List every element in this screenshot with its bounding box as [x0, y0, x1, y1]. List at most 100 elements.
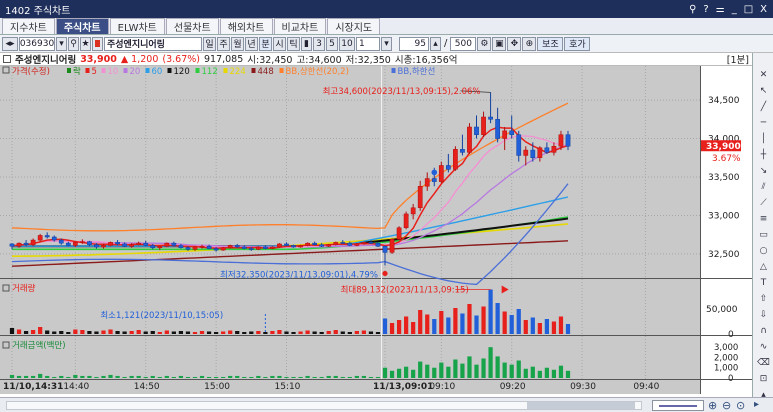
interval-10-button[interactable]: 10: [339, 36, 355, 51]
amount-bar: [544, 367, 549, 378]
volume-bar: [277, 330, 282, 334]
zoom-in-icon[interactable]: ⊕: [708, 399, 717, 412]
tab-market-map[interactable]: 시장지도: [327, 18, 381, 34]
amount-bar: [488, 347, 493, 378]
count-spinner-icon[interactable]: ▴: [430, 36, 441, 51]
arrow-up-tool-icon[interactable]: ⇧: [755, 291, 772, 306]
close-panel-icon[interactable]: ✕: [755, 67, 772, 82]
volume-bar: [59, 331, 64, 334]
candle-body: [227, 245, 233, 249]
amount-bar: [418, 361, 423, 378]
close-button[interactable]: X: [760, 4, 767, 15]
period-week-button[interactable]: 주: [217, 36, 230, 51]
assist-button[interactable]: 보조: [537, 36, 564, 51]
amount-bar: [213, 376, 219, 378]
menu-icon[interactable]: ⚌: [716, 4, 725, 15]
minimize-button[interactable]: _: [732, 4, 737, 15]
period-minute-button[interactable]: 분: [259, 36, 272, 51]
period-day-button[interactable]: 일: [203, 36, 216, 51]
volume-bar: [213, 332, 219, 334]
fan-tool-icon[interactable]: ⟋: [755, 195, 772, 210]
total-count-input[interactable]: 500: [450, 36, 477, 51]
candle-body: [44, 235, 50, 238]
zoom-out-icon[interactable]: ⊖: [722, 399, 731, 412]
high-annotation: 최고34,600(2023/11/13,09:15),2.06%: [323, 86, 481, 97]
interval-3-button[interactable]: 3: [313, 36, 325, 51]
tab-stock-chart[interactable]: 주식차트: [55, 18, 109, 34]
tab-overseas-chart[interactable]: 해외차트: [219, 18, 273, 34]
hline-tool-icon[interactable]: ─: [755, 115, 772, 130]
candle-body: [37, 235, 43, 241]
help-icon[interactable]: ?: [703, 4, 708, 15]
candle-body: [157, 245, 163, 249]
quote-button[interactable]: 호가: [564, 36, 591, 51]
chart-svg[interactable]: 34,50034,00033,50033,00032,50011/10,14:3…: [0, 66, 752, 394]
amount-bar: [115, 375, 120, 378]
search-icon[interactable]: ⚲: [68, 36, 79, 51]
period-tick-button[interactable]: 틱: [287, 36, 300, 51]
crosshair-icon[interactable]: ✥: [507, 36, 522, 51]
volume-bar: [354, 331, 359, 334]
amount-bar: [270, 375, 275, 378]
candle-body: [375, 242, 381, 247]
volume-bar: [101, 330, 106, 334]
count-input[interactable]: 95: [399, 36, 429, 51]
chart-type-icon[interactable]: ▮: [301, 36, 312, 51]
volume-bar: [460, 313, 465, 334]
channel-tool-icon[interactable]: ⫽: [755, 179, 772, 194]
interval-input[interactable]: 1: [356, 36, 380, 51]
legend-label: 112: [202, 67, 218, 77]
candle-body: [58, 239, 64, 244]
amount-bar: [73, 374, 78, 378]
pointer-icon[interactable]: ↖: [755, 83, 772, 98]
stock-code-input[interactable]: 036930: [19, 36, 55, 51]
zoom-slider[interactable]: [652, 400, 704, 411]
amount-bar: [298, 376, 303, 378]
candle-body: [410, 207, 416, 215]
line-tool-icon[interactable]: ╱: [755, 99, 772, 114]
magnet-tool-icon[interactable]: ∩: [755, 323, 772, 338]
favorite-star-icon[interactable]: ★: [80, 36, 91, 51]
triangle-tool-icon[interactable]: △: [755, 259, 772, 274]
zoom-reset-icon[interactable]: ⊙: [736, 399, 745, 412]
vline-tool-icon[interactable]: │: [755, 131, 772, 146]
settings-icon[interactable]: ⚙: [477, 36, 492, 51]
period-hour-button[interactable]: 시: [273, 36, 286, 51]
history-scrollbar[interactable]: [6, 401, 642, 410]
scrollbar-thumb[interactable]: [527, 402, 635, 409]
trend-tool-icon[interactable]: ↘: [755, 163, 772, 178]
tab-futures-chart[interactable]: 선물차트: [165, 18, 219, 34]
text-tool-icon[interactable]: T: [755, 275, 772, 290]
tab-elw-chart[interactable]: ELW차트: [109, 18, 165, 34]
select-checkbox[interactable]: [3, 55, 11, 63]
zoom-icon[interactable]: ⊕: [522, 36, 537, 51]
wave-tool-icon[interactable]: ∿: [755, 339, 772, 354]
volume-bar: [558, 316, 564, 334]
volume-bar: [185, 331, 191, 334]
rect-tool-icon[interactable]: ▭: [755, 227, 772, 242]
candle-body: [129, 244, 135, 247]
lock-tool-icon[interactable]: ⊡: [755, 371, 772, 386]
maximize-button[interactable]: □: [744, 4, 753, 15]
period-month-button[interactable]: 월: [231, 36, 244, 51]
arrow-down-tool-icon[interactable]: ⇩: [755, 307, 772, 322]
interval-5-button[interactable]: 5: [326, 36, 338, 51]
fibo-tool-icon[interactable]: ≡: [755, 211, 772, 226]
scroll-right-icon[interactable]: ▸: [754, 399, 759, 410]
circle-tool-icon[interactable]: ○: [755, 243, 772, 258]
chart-area[interactable]: 34,500 34,000 33,500 33,000 32,500 11/10,14:3…: [0, 66, 752, 394]
tab-compare-chart[interactable]: 비교차트: [273, 18, 327, 34]
erase-tool-icon[interactable]: ⌫: [755, 355, 772, 370]
tab-index-chart[interactable]: 지수차트: [2, 18, 55, 34]
amount-bar: [326, 375, 331, 378]
period-year-button[interactable]: 년: [245, 36, 258, 51]
cross-tool-icon[interactable]: ┼: [755, 147, 772, 162]
interval-dropdown-icon[interactable]: ▾: [381, 36, 392, 51]
pin-icon[interactable]: ⚲: [689, 4, 696, 15]
code-dropdown-icon[interactable]: ▾: [56, 36, 67, 51]
legend-swatch: [85, 68, 90, 73]
volume-bar: [206, 331, 212, 334]
toggle-panel-icon[interactable]: ◂▸: [2, 36, 18, 51]
candle-body: [23, 242, 29, 245]
save-icon[interactable]: ▣: [492, 36, 507, 51]
